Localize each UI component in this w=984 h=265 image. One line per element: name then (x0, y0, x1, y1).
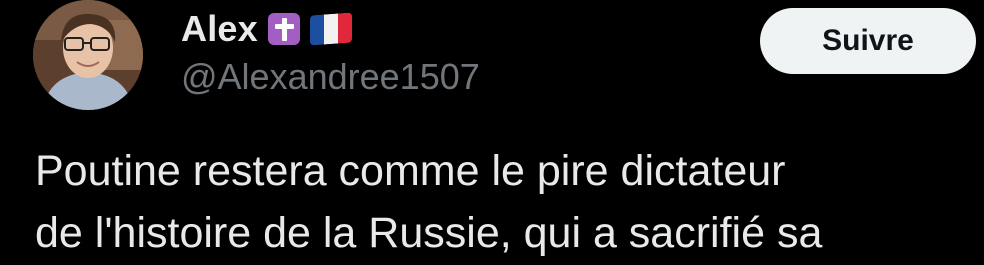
tweet-text-line: Poutine restera comme le pire dictateur (35, 147, 786, 195)
author-info: Alex @Alexandree1507 (181, 6, 480, 98)
display-name[interactable]: Alex (181, 8, 258, 50)
france-flag-icon (309, 12, 352, 46)
avatar-image (33, 0, 143, 110)
tweet-text: Poutine restera comme le pire dictateur … (35, 140, 984, 264)
latin-cross-icon (267, 13, 300, 45)
tweet: Alex @Alexandree1507 Suivre Poutine rest… (0, 0, 984, 265)
user-handle[interactable]: @Alexandree1507 (181, 56, 480, 98)
follow-button[interactable]: Suivre (760, 8, 976, 74)
tweet-text-line: de l'histoire de la Russie, qui a sacrif… (35, 209, 823, 257)
name-row: Alex (181, 6, 480, 52)
avatar[interactable] (33, 0, 143, 110)
